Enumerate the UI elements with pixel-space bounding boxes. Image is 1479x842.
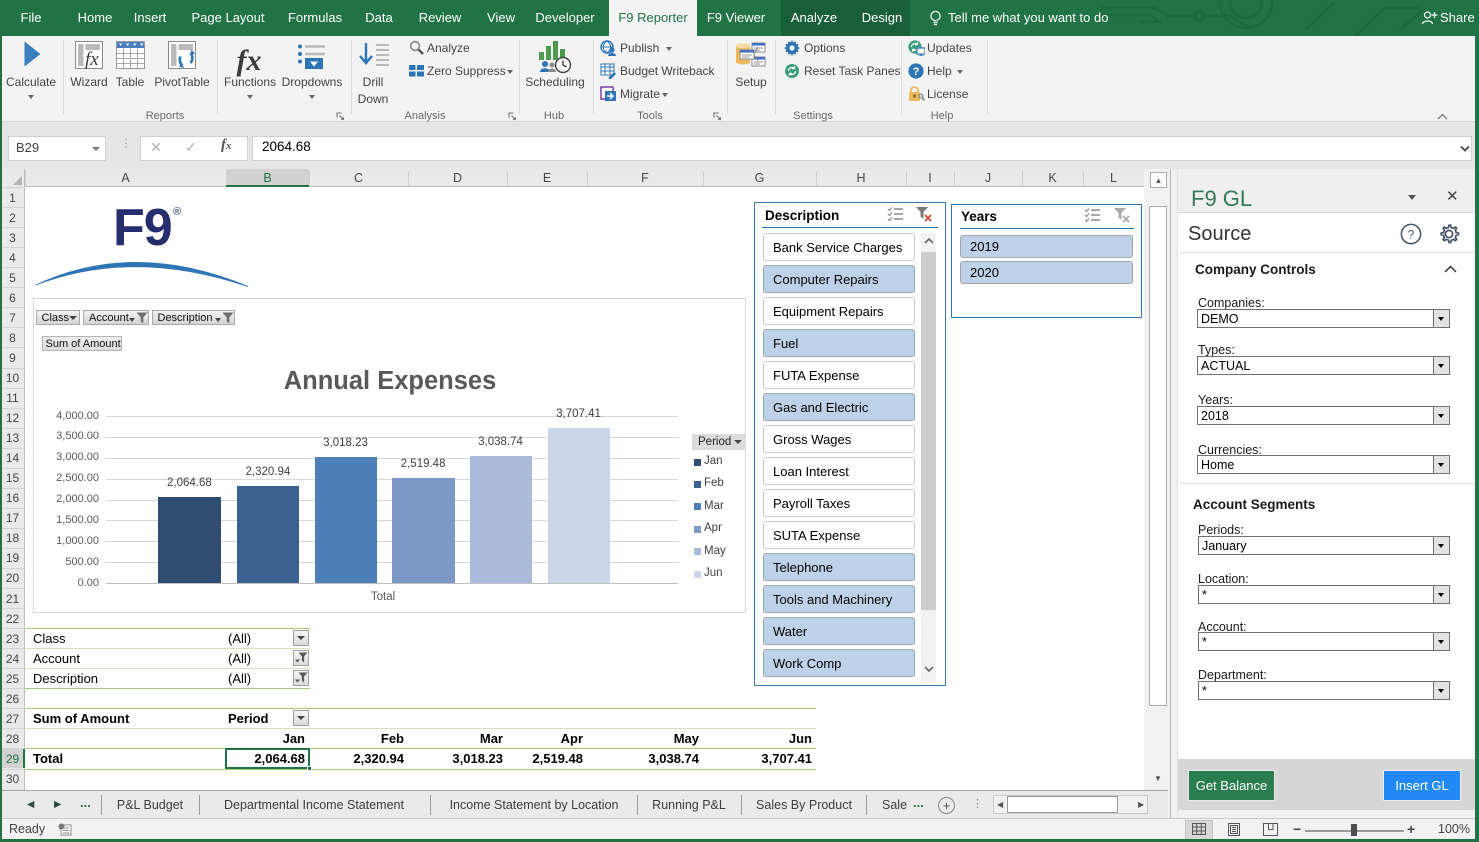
- svg-text:?: ?: [913, 66, 920, 78]
- svg-text:?: ?: [1408, 228, 1415, 242]
- svg-text:fx: fx: [85, 49, 99, 69]
